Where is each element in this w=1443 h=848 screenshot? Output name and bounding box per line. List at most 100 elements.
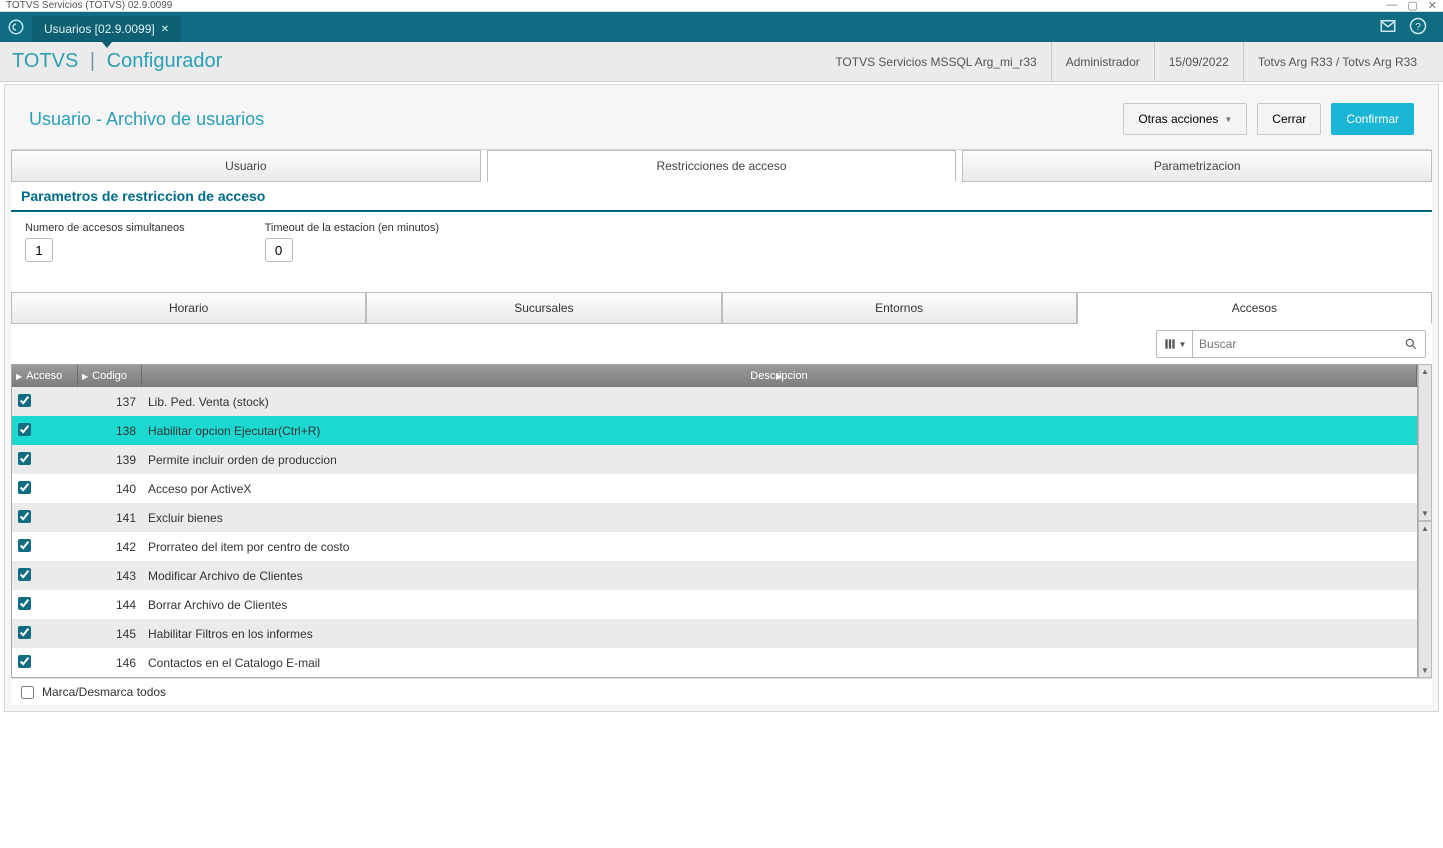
inner-scrollbar[interactable]: ▲ ▼ [1418, 521, 1432, 678]
app-tab-usuarios[interactable]: Usuarios [02.9.0099] ✕ [32, 16, 181, 42]
access-grid: ▶ Acceso ▶ Codigo ▶ Descripcion 137Lib. … [11, 364, 1418, 678]
params-row: Numero de accesos simultaneos Timeout de… [11, 212, 1432, 292]
row-code: 143 [78, 569, 142, 583]
mark-all-checkbox[interactable] [21, 686, 34, 699]
row-description: Lib. Ped. Venta (stock) [142, 395, 1417, 409]
tab-restricciones[interactable]: Restricciones de acceso [487, 150, 957, 182]
tab-horario[interactable]: Horario [11, 292, 366, 324]
os-window-title-bar: TOTVS Servicios (TOTVS) 02.9.0099 — ▢ ✕ [0, 0, 1443, 12]
app-tab-label: Usuarios [02.9.0099] [44, 22, 155, 36]
home-circle-button[interactable] [4, 15, 28, 39]
grid-header-descripcion[interactable]: ▶ Descripcion [142, 365, 1417, 387]
row-checkbox[interactable] [18, 394, 31, 407]
brand-separator: | [84, 50, 101, 72]
close-button[interactable]: Cerrar [1257, 103, 1321, 135]
row-description: Permite incluir orden de produccion [142, 453, 1417, 467]
row-checkbox[interactable] [18, 597, 31, 610]
search-button[interactable] [1397, 337, 1425, 351]
tab-sucursales[interactable]: Sucursales [366, 292, 721, 324]
row-checkbox[interactable] [18, 481, 31, 494]
confirm-button[interactable]: Confirmar [1331, 103, 1414, 135]
grid-body: 137Lib. Ped. Venta (stock)138Habilitar o… [12, 387, 1417, 677]
outer-scrollbar[interactable]: ▲ ▼ [1418, 364, 1432, 521]
table-row[interactable]: 142Prorrateo del item por centro de cost… [12, 532, 1417, 561]
grid-wrap: ▶ Acceso ▶ Codigo ▶ Descripcion 137Lib. … [11, 364, 1432, 678]
row-description: Excluir bienes [142, 511, 1417, 525]
tab-entornos[interactable]: Entornos [722, 292, 1077, 324]
brand-right: Configurador [107, 50, 223, 72]
row-checkbox[interactable] [18, 568, 31, 581]
mail-icon[interactable] [1379, 17, 1397, 38]
grid-header: ▶ Acceso ▶ Codigo ▶ Descripcion [12, 365, 1417, 387]
accesos-label: Numero de accesos simultaneos [25, 222, 185, 234]
row-description: Borrar Archivo de Clientes [142, 598, 1417, 612]
top-tabs: Usuario Restricciones de acceso Parametr… [11, 149, 1432, 182]
scroll-down-icon[interactable]: ▼ [1421, 666, 1429, 675]
sort-arrow-icon: ▶ [82, 372, 88, 381]
row-checkbox[interactable] [18, 423, 31, 436]
other-actions-label: Otras acciones [1138, 112, 1218, 126]
row-checkbox[interactable] [18, 626, 31, 639]
row-description: Habilitar Filtros en los informes [142, 627, 1417, 641]
scroll-up-icon[interactable]: ▲ [1421, 367, 1429, 376]
row-code: 141 [78, 511, 142, 525]
grid-footer: Marca/Desmarca todos [11, 678, 1432, 705]
other-actions-button[interactable]: Otras acciones ▼ [1123, 103, 1247, 135]
table-row[interactable]: 144Borrar Archivo de Clientes [12, 590, 1417, 619]
chevron-down-icon: ▼ [1224, 115, 1232, 124]
row-description: Prorrateo del item por centro de costo [142, 540, 1417, 554]
table-row[interactable]: 137Lib. Ped. Venta (stock) [12, 387, 1417, 416]
window-close-icon[interactable]: ✕ [1428, 0, 1437, 12]
row-code: 137 [78, 395, 142, 409]
table-row[interactable]: 139Permite incluir orden de produccion [12, 445, 1417, 474]
columns-picker-button[interactable]: ▼ [1157, 331, 1193, 357]
row-checkbox[interactable] [18, 655, 31, 668]
accesos-input[interactable] [25, 238, 53, 262]
table-row[interactable]: 145Habilitar Filtros en los informes [12, 619, 1417, 648]
scroll-down-icon[interactable]: ▼ [1421, 509, 1429, 518]
status-instance: Totvs Arg R33 / Totvs Arg R33 [1243, 42, 1431, 82]
table-row[interactable]: 143Modificar Archivo de Clientes [12, 561, 1417, 590]
table-row[interactable]: 146Contactos en el Catalogo E-mail [12, 648, 1417, 677]
brand-left: TOTVS [12, 50, 78, 72]
brand-breadcrumb: TOTVS | Configurador [12, 50, 222, 73]
grid-header-acceso-label: Acceso [26, 370, 62, 382]
timeout-input[interactable] [265, 238, 293, 262]
table-row[interactable]: 138Habilitar opcion Ejecutar(Ctrl+R) [12, 416, 1417, 445]
breadcrumb-bar: TOTVS | Configurador TOTVS Servicios MSS… [0, 42, 1443, 82]
status-user: Administrador [1051, 42, 1154, 82]
grid-header-codigo[interactable]: ▶ Codigo [78, 365, 142, 387]
row-code: 140 [78, 482, 142, 496]
content-container: Usuario - Archivo de usuarios Otras acci… [4, 84, 1439, 712]
grid-header-acceso[interactable]: ▶ Acceso [12, 365, 78, 387]
table-row[interactable]: 140Acceso por ActiveX [12, 474, 1417, 503]
scroll-up-icon[interactable]: ▲ [1421, 524, 1429, 533]
row-code: 145 [78, 627, 142, 641]
help-icon[interactable]: ? [1409, 17, 1427, 38]
window-maximize-icon[interactable]: ▢ [1407, 0, 1417, 12]
row-code: 138 [78, 424, 142, 438]
window-minimize-icon[interactable]: — [1386, 0, 1397, 12]
tab-parametrizacion[interactable]: Parametrizacion [962, 150, 1432, 182]
page-title: Usuario - Archivo de usuarios [29, 109, 264, 130]
row-checkbox[interactable] [18, 539, 31, 552]
row-checkbox[interactable] [18, 452, 31, 465]
close-tab-icon[interactable]: ✕ [161, 24, 169, 35]
tab-usuario[interactable]: Usuario [11, 150, 481, 182]
sort-arrow-icon: ▶ [776, 372, 782, 381]
row-description: Modificar Archivo de Clientes [142, 569, 1417, 583]
tab-accesos[interactable]: Accesos [1077, 292, 1432, 324]
timeout-label: Timeout de la estacion (en minutos) [265, 222, 439, 234]
os-window-title: TOTVS Servicios (TOTVS) 02.9.0099 [6, 0, 172, 11]
row-checkbox[interactable] [18, 510, 31, 523]
row-description: Habilitar opcion Ejecutar(Ctrl+R) [142, 424, 1417, 438]
row-code: 144 [78, 598, 142, 612]
section-header: Parametros de restriccion de acceso [11, 182, 1432, 212]
table-row[interactable]: 141Excluir bienes [12, 503, 1417, 532]
page-title-row: Usuario - Archivo de usuarios Otras acci… [11, 89, 1432, 149]
status-date: 15/09/2022 [1154, 42, 1243, 82]
sub-tabs: Horario Sucursales Entornos Accesos [11, 292, 1432, 324]
row-code: 139 [78, 453, 142, 467]
grid-toolbar: ▼ [11, 324, 1432, 364]
search-input[interactable] [1193, 337, 1397, 351]
